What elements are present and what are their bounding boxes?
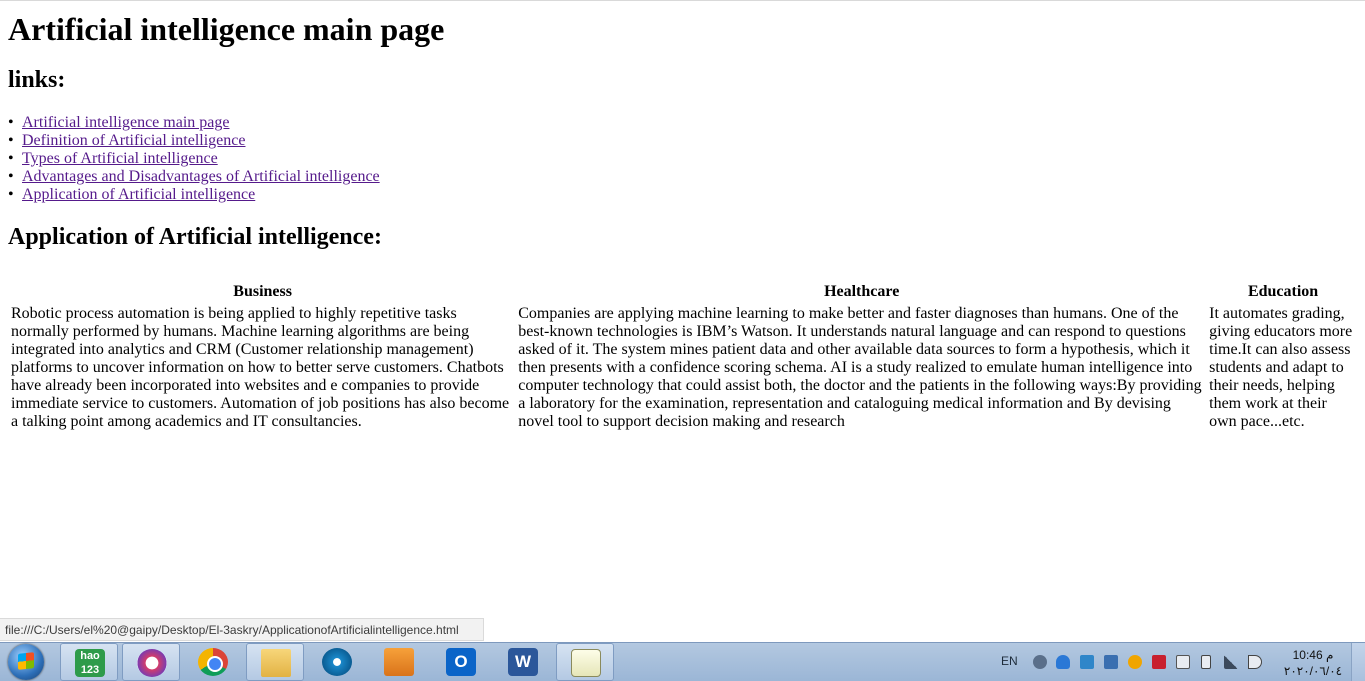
applications-table: Business Healthcare Education Robotic pr… [8,280,1360,434]
links-heading: links: [8,67,66,93]
cloud-icon[interactable] [1056,655,1070,669]
list-item: Types of Artificial intelligence [8,150,380,168]
start-button[interactable] [8,644,44,680]
taskbar-sogou-button[interactable] [122,643,180,681]
section-heading: Application of Artificial intelligence: [8,224,382,250]
outlook-icon: O [446,648,476,676]
cell-business: Robotic process automation is being appl… [11,305,510,430]
link-icon[interactable] [1033,655,1047,669]
signal-icon[interactable] [1224,655,1238,669]
notepad-icon [571,649,601,677]
cell-education: It automates grading, giving educators m… [1209,305,1353,430]
page-title: Artificial intelligence main page [8,11,445,47]
link-types[interactable]: Types of Artificial intelligence [22,150,218,167]
link-main-page[interactable]: Artificial intelligence main page [22,114,229,131]
play-icon [384,648,414,676]
clock-date: ٢٠٢٠/٠٦/٠٤ [1283,664,1343,678]
volume-icon[interactable] [1248,655,1262,669]
links-list: Artificial intelligence main page Defini… [8,114,380,204]
system-clock[interactable]: 10:46 م ٢٠٢٠/٠٦/٠٤ [1283,647,1343,679]
list-item: Artificial intelligence main page [8,114,380,132]
clock-time: 10:46 م [1292,648,1334,662]
taskbar-media-player-button[interactable] [370,643,428,681]
avast-icon[interactable] [1128,655,1142,669]
sogou-browser-icon [137,649,167,677]
taskbar-notepad-button[interactable] [556,643,614,681]
flag-icon[interactable] [1176,655,1190,669]
table-header-row: Business Healthcare Education [10,282,1358,302]
taskbar-media-center-button[interactable] [308,643,366,681]
list-item: Definition of Artificial intelligence [8,132,380,150]
list-item: Advantages and Disadvantages of Artifici… [8,168,380,186]
link-application[interactable]: Application of Artificial intelligence [22,186,255,203]
taskbar-chrome-button[interactable] [184,643,242,681]
taskbar: hao 123 O W EN 10:46 م ٢٠٢٠/٠٦/٠٤ [0,642,1365,681]
header-business: Business [233,283,292,300]
list-item: Application of Artificial intelligence [8,186,380,204]
app-tray-icon[interactable] [1104,655,1118,669]
link-advantages[interactable]: Advantages and Disadvantages of Artifici… [22,168,380,185]
chrome-icon [198,648,228,676]
header-healthcare: Healthcare [824,283,900,300]
hao123-icon: hao 123 [75,649,105,677]
folder-icon [261,649,291,677]
film-reel-icon [322,648,352,676]
header-education: Education [1247,283,1319,300]
shield-icon[interactable] [1152,655,1166,669]
taskbar-hao123-button[interactable]: hao 123 [60,643,118,681]
table-row: Robotic process automation is being appl… [10,304,1358,432]
taskbar-outlook-button[interactable]: O [432,643,490,681]
show-desktop-button[interactable] [1351,643,1365,681]
taskbar-word-button[interactable]: W [494,643,552,681]
link-definition[interactable]: Definition of Artificial intelligence [22,132,245,149]
taskbar-explorer-button[interactable] [246,643,304,681]
battery-icon[interactable] [1201,655,1211,669]
language-indicator[interactable]: EN [1001,654,1018,668]
word-icon: W [508,648,538,676]
status-url-bar: file:///C:/Users/el%20@gaipy/Desktop/El-… [0,618,484,641]
cell-healthcare: Companies are applying machine learning … [518,305,1202,430]
network-app-icon[interactable] [1080,655,1094,669]
